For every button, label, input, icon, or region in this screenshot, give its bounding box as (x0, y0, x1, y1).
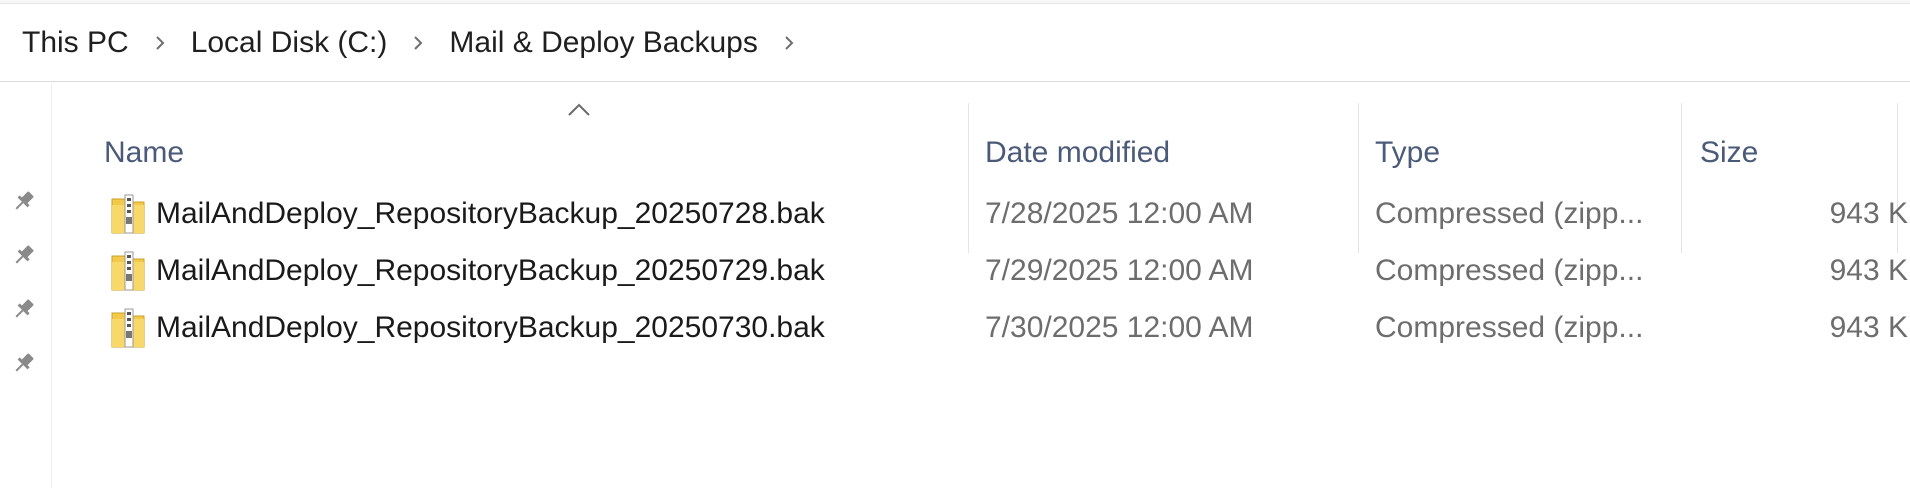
address-bar[interactable]: This PC Local Disk (C:) Mail & Deploy Ba… (0, 4, 1910, 82)
file-date-modified: 7/28/2025 12:00 AM (985, 197, 1254, 230)
column-header-row: Name Date modified Type Size (52, 83, 1910, 253)
column-header-size[interactable]: Size (1700, 133, 1758, 173)
quick-access-pin-rail (0, 83, 52, 488)
chevron-right-icon[interactable] (411, 34, 425, 52)
file-size: 943 KB (1829, 254, 1910, 287)
file-date-modified: 7/29/2025 12:00 AM (985, 254, 1254, 287)
column-header-type[interactable]: Type (1375, 133, 1440, 173)
zip-folder-icon (110, 250, 146, 292)
breadcrumb-mail-deploy-backups[interactable]: Mail & Deploy Backups (447, 26, 759, 60)
pin-icon[interactable] (10, 349, 38, 377)
file-size: 943 KB (1829, 311, 1910, 344)
zip-folder-icon (110, 193, 146, 235)
file-size: 943 KB (1829, 197, 1910, 230)
column-header-name[interactable]: Name (104, 133, 184, 173)
breadcrumb-this-pc[interactable]: This PC (20, 26, 131, 60)
zip-folder-icon (110, 307, 146, 349)
file-name[interactable]: MailAndDeploy_RepositoryBackup_20250728.… (156, 185, 825, 242)
file-type: Compressed (zipp... (1375, 197, 1644, 230)
pin-icon[interactable] (10, 187, 38, 215)
file-date-modified: 7/30/2025 12:00 AM (985, 311, 1254, 344)
file-row[interactable]: MailAndDeploy_RepositoryBackup_20250729.… (52, 242, 1910, 299)
file-type: Compressed (zipp... (1375, 311, 1644, 344)
file-list: MailAndDeploy_RepositoryBackup_20250728.… (52, 185, 1910, 356)
file-name[interactable]: MailAndDeploy_RepositoryBackup_20250730.… (156, 299, 825, 356)
breadcrumb-local-disk[interactable]: Local Disk (C:) (189, 26, 390, 60)
chevron-right-icon[interactable] (153, 34, 167, 52)
file-row[interactable]: MailAndDeploy_RepositoryBackup_20250730.… (52, 299, 1910, 356)
file-type: Compressed (zipp... (1375, 254, 1644, 287)
pin-icon[interactable] (10, 241, 38, 269)
pin-icon[interactable] (10, 295, 38, 323)
chevron-right-icon[interactable] (782, 34, 796, 52)
file-row[interactable]: MailAndDeploy_RepositoryBackup_20250728.… (52, 185, 1910, 242)
column-header-date-modified[interactable]: Date modified (985, 133, 1170, 173)
file-name[interactable]: MailAndDeploy_RepositoryBackup_20250729.… (156, 242, 825, 299)
sort-up-icon (565, 101, 593, 119)
